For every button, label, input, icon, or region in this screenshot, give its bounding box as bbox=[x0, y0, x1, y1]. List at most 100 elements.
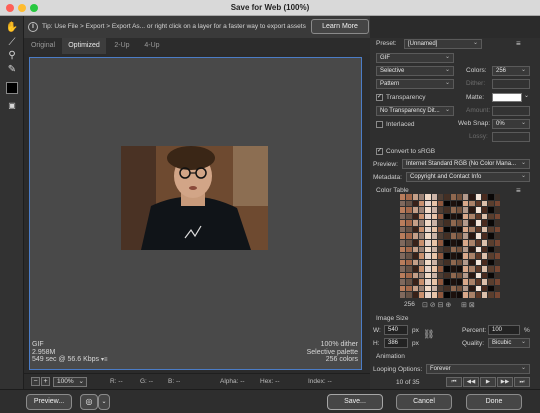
color-swatch[interactable] bbox=[488, 226, 494, 233]
color-swatch[interactable] bbox=[425, 233, 431, 239]
color-swatch[interactable] bbox=[456, 220, 463, 226]
color-swatch[interactable] bbox=[400, 253, 406, 259]
color-swatch[interactable] bbox=[431, 266, 437, 272]
lossy-field[interactable] bbox=[492, 132, 530, 142]
color-table-action-icons[interactable]: ⊡ ⊘ ⊟ ⊕ ⊞ ⊠ bbox=[422, 301, 475, 309]
color-swatch[interactable] bbox=[444, 292, 450, 298]
color-swatch[interactable] bbox=[456, 233, 463, 239]
color-swatch[interactable] bbox=[450, 194, 456, 200]
color-swatch[interactable] bbox=[469, 259, 475, 266]
color-swatch[interactable] bbox=[418, 253, 425, 259]
color-swatch[interactable] bbox=[437, 279, 444, 285]
color-swatch[interactable] bbox=[450, 233, 456, 239]
color-swatch[interactable] bbox=[418, 194, 425, 200]
color-swatch[interactable] bbox=[418, 200, 425, 207]
color-swatch[interactable] bbox=[482, 233, 488, 239]
color-swatch[interactable] bbox=[412, 194, 418, 200]
color-swatch[interactable] bbox=[475, 246, 482, 253]
color-swatch[interactable] bbox=[469, 207, 475, 213]
color-swatch[interactable] bbox=[482, 239, 488, 246]
color-table-menu-icon[interactable]: ≡ bbox=[516, 186, 521, 195]
color-swatch[interactable] bbox=[482, 253, 488, 259]
color-swatch[interactable] bbox=[456, 213, 463, 220]
reduction-select[interactable]: Selective bbox=[376, 66, 454, 76]
color-swatch[interactable] bbox=[412, 233, 418, 239]
looping-options-select[interactable]: Forever bbox=[426, 364, 530, 374]
learn-more-button[interactable]: Learn More bbox=[311, 19, 369, 34]
color-swatch[interactable] bbox=[494, 246, 500, 253]
next-frame-button[interactable]: ▶▶ bbox=[497, 377, 513, 387]
color-swatch[interactable] bbox=[456, 239, 463, 246]
percent-input[interactable]: 100 bbox=[488, 325, 520, 335]
dither-algorithm-select[interactable]: Pattern bbox=[376, 79, 454, 89]
color-swatch[interactable] bbox=[475, 292, 482, 298]
color-swatch[interactable] bbox=[425, 200, 431, 207]
color-swatch[interactable] bbox=[444, 226, 450, 233]
color-swatch[interactable] bbox=[488, 220, 494, 226]
hand-tool-icon[interactable]: ✋ bbox=[4, 20, 20, 36]
color-swatch[interactable] bbox=[494, 220, 500, 226]
color-swatch[interactable] bbox=[475, 220, 482, 226]
color-swatch[interactable] bbox=[463, 266, 469, 272]
format-select[interactable]: GIF bbox=[376, 53, 454, 63]
color-swatch[interactable] bbox=[482, 259, 488, 266]
color-swatch[interactable] bbox=[444, 200, 450, 207]
color-swatch[interactable] bbox=[488, 239, 494, 246]
color-swatch[interactable] bbox=[431, 259, 437, 266]
color-swatch[interactable] bbox=[406, 253, 412, 259]
color-swatch[interactable] bbox=[450, 279, 456, 285]
color-swatch[interactable] bbox=[431, 279, 437, 285]
preview-button[interactable]: Preview... bbox=[26, 394, 72, 410]
color-swatch[interactable] bbox=[425, 279, 431, 285]
color-swatch[interactable] bbox=[444, 233, 450, 239]
color-swatch[interactable] bbox=[456, 272, 463, 279]
color-swatch[interactable] bbox=[450, 200, 456, 207]
color-swatch[interactable] bbox=[400, 266, 406, 272]
color-swatch[interactable] bbox=[437, 213, 444, 220]
color-swatch[interactable] bbox=[412, 292, 418, 298]
colors-select[interactable]: 256 bbox=[492, 66, 530, 76]
color-swatch[interactable] bbox=[456, 285, 463, 292]
color-swatch[interactable] bbox=[475, 285, 482, 292]
color-swatch[interactable] bbox=[475, 266, 482, 272]
color-swatch[interactable] bbox=[482, 213, 488, 220]
color-swatch[interactable] bbox=[488, 285, 494, 292]
color-swatch[interactable] bbox=[475, 226, 482, 233]
color-swatch[interactable] bbox=[450, 272, 456, 279]
color-swatch[interactable] bbox=[406, 292, 412, 298]
color-swatch[interactable] bbox=[469, 266, 475, 272]
color-swatch[interactable] bbox=[463, 246, 469, 253]
color-swatch[interactable] bbox=[482, 272, 488, 279]
color-swatch[interactable] bbox=[494, 233, 500, 239]
color-swatch[interactable] bbox=[482, 194, 488, 200]
color-swatch[interactable] bbox=[412, 200, 418, 207]
color-swatch[interactable] bbox=[482, 246, 488, 253]
color-swatch[interactable] bbox=[437, 239, 444, 246]
color-swatch[interactable] bbox=[437, 233, 444, 239]
color-swatch[interactable] bbox=[456, 207, 463, 213]
color-swatch[interactable] bbox=[482, 220, 488, 226]
color-swatch[interactable] bbox=[437, 194, 444, 200]
color-swatch[interactable] bbox=[456, 200, 463, 207]
color-swatch[interactable] bbox=[412, 285, 418, 292]
browser-menu-chevron-icon[interactable]: ⌄ bbox=[98, 394, 110, 410]
color-table[interactable] bbox=[400, 194, 500, 298]
color-swatch[interactable] bbox=[418, 207, 425, 213]
color-swatch[interactable] bbox=[406, 266, 412, 272]
transparency-checkbox[interactable]: ✓ bbox=[376, 94, 383, 101]
color-swatch[interactable] bbox=[450, 246, 456, 253]
color-swatch[interactable] bbox=[400, 194, 406, 200]
metadata-select[interactable]: Copyright and Contact Info bbox=[406, 172, 530, 182]
color-swatch[interactable] bbox=[475, 194, 482, 200]
color-swatch[interactable] bbox=[494, 259, 500, 266]
zoom-out-button[interactable]: − bbox=[31, 377, 40, 386]
browser-preview-icon[interactable]: ◎ bbox=[80, 394, 98, 410]
color-swatch[interactable] bbox=[494, 213, 500, 220]
color-swatch[interactable] bbox=[400, 272, 406, 279]
color-swatch[interactable] bbox=[437, 200, 444, 207]
color-swatch[interactable] bbox=[494, 253, 500, 259]
color-swatch[interactable] bbox=[437, 292, 444, 298]
color-swatch[interactable] bbox=[469, 194, 475, 200]
color-swatch[interactable] bbox=[406, 220, 412, 226]
color-swatch[interactable] bbox=[469, 200, 475, 207]
